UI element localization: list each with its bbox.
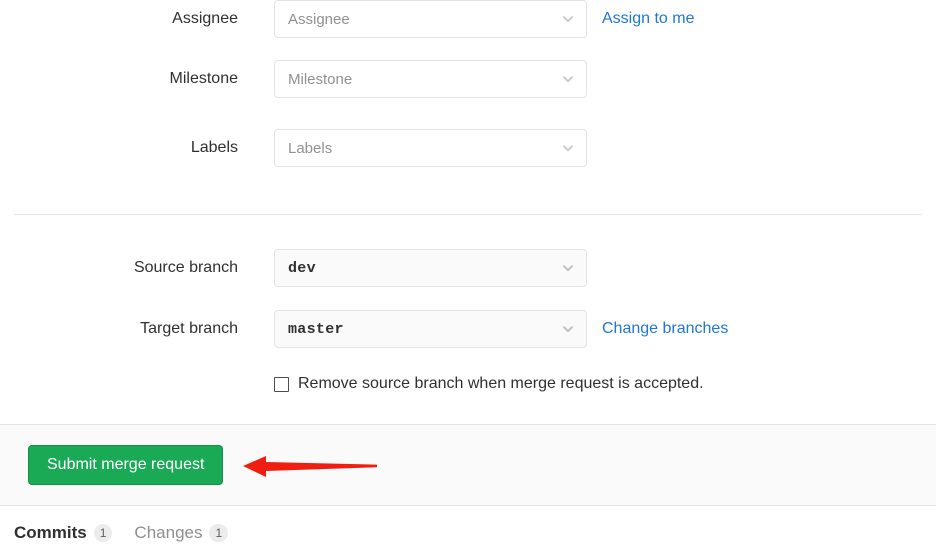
assignee-dropdown[interactable]: Assignee [274, 0, 587, 38]
submit-merge-request-button[interactable]: Submit merge request [28, 445, 224, 485]
form-row-target-branch: Target branch master Change branches [0, 310, 936, 348]
tab-commits[interactable]: Commits 1 [14, 523, 113, 543]
form-row-source-branch: Source branch dev [0, 249, 936, 287]
labels-control: Labels [274, 129, 587, 167]
section-divider [14, 214, 922, 215]
target-branch-control: master [274, 310, 587, 348]
assign-to-me-link[interactable]: Assign to me [602, 0, 694, 38]
tab-changes-badge: 1 [209, 524, 229, 542]
remove-source-branch-label[interactable]: Remove source branch when merge request … [298, 375, 704, 393]
chevron-down-icon [561, 72, 575, 86]
change-branches-link[interactable]: Change branches [602, 310, 728, 348]
merge-request-form: Assignee Assignee Assign to me Milestone… [0, 0, 936, 393]
merge-request-tabs: Commits 1 Changes 1 [14, 523, 250, 543]
assignee-dropdown-value: Assignee [288, 10, 350, 28]
chevron-down-icon [561, 261, 575, 275]
form-row-labels: Labels Labels [0, 129, 936, 167]
form-row-milestone: Milestone Milestone [0, 60, 936, 98]
target-branch-dropdown[interactable]: master [274, 310, 587, 348]
source-branch-dropdown[interactable]: dev [274, 249, 587, 287]
target-branch-label: Target branch [140, 320, 238, 337]
remove-source-branch-row: Remove source branch when merge request … [274, 375, 936, 393]
chevron-down-icon [561, 141, 575, 155]
tab-changes[interactable]: Changes 1 [134, 523, 229, 543]
assignee-label: Assignee [172, 10, 238, 27]
source-branch-value: dev [288, 259, 316, 277]
chevron-down-icon [561, 322, 575, 336]
remove-source-branch-checkbox[interactable] [274, 376, 289, 392]
chevron-down-icon [561, 12, 575, 26]
milestone-label: Milestone [169, 70, 238, 87]
assignee-control: Assignee [274, 0, 587, 38]
milestone-dropdown-value: Milestone [288, 70, 353, 88]
milestone-dropdown[interactable]: Milestone [274, 60, 587, 98]
labels-dropdown-value: Labels [288, 139, 333, 157]
labels-dropdown[interactable]: Labels [274, 129, 587, 167]
source-branch-label: Source branch [133, 259, 238, 276]
milestone-control: Milestone [274, 60, 587, 98]
source-branch-control: dev [274, 249, 587, 287]
labels-label: Labels [190, 139, 238, 156]
target-branch-value: master [288, 320, 344, 338]
form-row-assignee: Assignee Assignee Assign to me [0, 0, 936, 38]
tab-changes-label: Changes [134, 523, 203, 542]
tab-commits-badge: 1 [93, 524, 113, 542]
tab-commits-label: Commits [14, 523, 87, 542]
form-actions-bar: Submit merge request [0, 424, 936, 506]
